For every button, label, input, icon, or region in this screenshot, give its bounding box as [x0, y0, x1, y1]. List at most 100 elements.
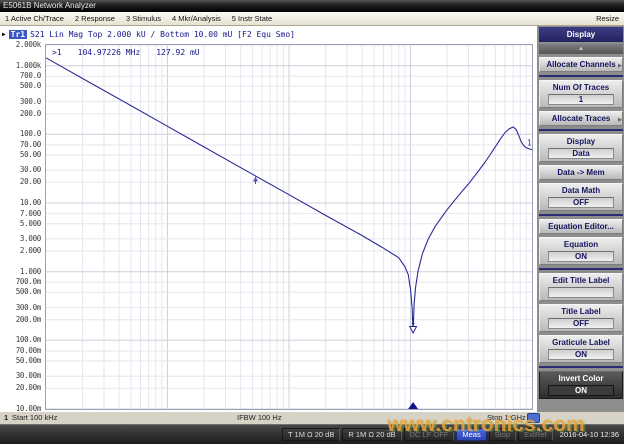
- y-tick-label: 5.000: [20, 219, 41, 228]
- y-tick-label: 20.00m: [16, 383, 41, 392]
- softkey-group: Num Of Traces 1 Allocate Traces▶: [539, 75, 623, 129]
- softkey-edit-title-label[interactable]: Edit Title Label: [539, 273, 623, 301]
- y-tick-label: 7.000: [20, 209, 41, 218]
- datetime-readout: 2016-04-10 12:36: [560, 430, 619, 439]
- softkey-label: Invert Color: [541, 374, 621, 383]
- y-tick-label: 500.0m: [16, 287, 41, 296]
- y-tick-label: 100.0m: [16, 335, 41, 344]
- graticule-and-trace: 11: [46, 45, 532, 409]
- y-tick-label: 1.000k: [16, 61, 41, 70]
- window-title-bar[interactable]: E5061B Network Analyzer: [0, 0, 624, 12]
- y-tick-label: 30.00m: [16, 371, 41, 380]
- y-tick-label: 20.00: [20, 177, 41, 186]
- trace-info-bar: ▶ Tr1 S21 Lin Mag Top 2.000 kU / Bottom …: [2, 28, 295, 40]
- menu-bar: 1 Active Ch/Trace 2 Response 3 Stimulus 4 M…: [0, 12, 624, 26]
- marker-number: >1: [52, 48, 62, 57]
- instrument-status-bar: T 1M Ω 20 dBR 1M Ω 20 dBDC LF OFFMeasSto…: [0, 424, 624, 444]
- softkey-panel: Display ▲ Allocate Channels▶Num Of Trace…: [537, 26, 624, 422]
- softkey-submenu-arrow-icon: ▶: [618, 116, 622, 125]
- softkey-group: Edit Title Label Title Label OFF Graticule…: [539, 268, 623, 366]
- softkey-equation[interactable]: EquationON: [539, 237, 623, 265]
- y-axis-labels: 2.000k1.000k700.0500.0300.0200.0100.070.…: [0, 44, 43, 410]
- softkey-data-mem[interactable]: Data -> Mem: [539, 165, 623, 180]
- softkey-label: Display: [541, 137, 621, 146]
- softkey-invert-color[interactable]: Invert Color ON: [539, 371, 623, 399]
- stimulus-marker-icon[interactable]: [408, 402, 418, 409]
- status-field-stop: Stop: [489, 428, 516, 441]
- y-tick-label: 200.0: [20, 109, 41, 118]
- softkey-equation-editor[interactable]: Equation Editor...: [539, 219, 623, 234]
- softkey-label: Allocate Traces: [541, 114, 621, 123]
- softkey-value: OFF: [548, 318, 614, 329]
- softkey-value: ON: [548, 349, 614, 360]
- softkey-label: Num Of Traces: [541, 83, 621, 92]
- menu-item-1-active-ch-trace[interactable]: 1 Active Ch/Trace: [5, 14, 64, 23]
- y-tick-label: 100.0: [20, 129, 41, 138]
- softkey-value: Data: [548, 148, 614, 159]
- softkey-value: OFF: [548, 197, 614, 208]
- softkey-display[interactable]: Display Data: [539, 134, 623, 162]
- marker-frequency: 104.97226 MHz: [78, 48, 141, 57]
- softkey-value: ON: [548, 385, 614, 396]
- y-tick-label: 50.00: [20, 150, 41, 159]
- y-tick-label: 10.00: [20, 198, 41, 207]
- softkey-value: [548, 287, 614, 298]
- softkey-label: Equation: [541, 240, 621, 249]
- y-tick-label: 50.00m: [16, 356, 41, 365]
- softkey-label: Equation Editor...: [541, 222, 621, 231]
- status-field-r-1m-20-db: R 1M Ω 20 dB: [342, 428, 401, 441]
- svg-text:1: 1: [411, 317, 416, 326]
- trace-settings-text: S21 Lin Mag Top 2.000 kU / Bottom 10.00 …: [30, 30, 295, 39]
- softkey-data-math[interactable]: Data MathOFF: [539, 183, 623, 211]
- trace-id-badge[interactable]: Tr1: [9, 30, 27, 39]
- menu-item-2-response[interactable]: 2 Response: [75, 14, 115, 23]
- y-tick-label: 70.00m: [16, 346, 41, 355]
- window-title: E5061B Network Analyzer: [3, 1, 96, 10]
- menu-item-5-instr-state[interactable]: 5 Instr State: [232, 14, 272, 23]
- status-indicator-icon: [527, 413, 540, 423]
- softkey-group: Invert Color ON: [539, 366, 623, 402]
- channel-number: 1: [4, 413, 8, 422]
- menu-item-4-mkr-analysis[interactable]: 4 Mkr/Analysis: [172, 14, 221, 23]
- plot-area: 11 >1 104.97226 MHz 127.92 mU: [45, 44, 533, 410]
- status-field-t-1m-20-db: T 1M Ω 20 dB: [282, 428, 340, 441]
- softkey-value: 1: [548, 94, 614, 105]
- plot-region: ▶ Tr1 S21 Lin Mag Top 2.000 kU / Bottom …: [0, 26, 537, 412]
- start-frequency: Start 100 kHz: [12, 413, 57, 422]
- y-tick-label: 700.0m: [16, 277, 41, 286]
- y-tick-label: 700.0: [20, 71, 41, 80]
- softkey-groups: Allocate Channels▶Num Of Traces1Allocate…: [539, 54, 623, 402]
- stop-frequency: Stop 1 GHz: [487, 413, 526, 422]
- status-field-meas: Meas: [456, 428, 486, 441]
- menu-item-resize[interactable]: Resize: [596, 14, 619, 23]
- status-field-dc-lf-off: DC LF OFF: [404, 428, 455, 441]
- softkey-title-label[interactable]: Title Label OFF: [539, 304, 623, 332]
- softkey-num-of-traces[interactable]: Num Of Traces 1: [539, 80, 623, 108]
- menu-item-3-stimulus[interactable]: 3 Stimulus: [126, 14, 161, 23]
- marker-readout: >1 104.97226 MHz 127.92 mU: [52, 48, 200, 57]
- softkey-scroll-up-button[interactable]: ▲: [539, 44, 623, 54]
- y-tick-label: 30.00: [20, 165, 41, 174]
- ifbw-readout: IFBW 100 Hz: [237, 413, 282, 422]
- y-tick-label: 1.000: [20, 267, 41, 276]
- softkey-menu-title: Display: [539, 27, 623, 42]
- y-tick-label: 300.0: [20, 97, 41, 106]
- trace-tick-marker: [253, 177, 258, 184]
- softkey-submenu-arrow-icon: ▶: [618, 62, 622, 71]
- softkey-label: Data -> Mem: [541, 168, 621, 177]
- y-tick-label: 2.000: [20, 246, 41, 255]
- softkey-label: Title Label: [541, 307, 621, 316]
- y-tick-label: 300.0m: [16, 303, 41, 312]
- softkey-allocate-channels[interactable]: Allocate Channels▶: [539, 57, 623, 72]
- marker-value: 127.92 mU: [156, 48, 199, 57]
- softkey-label: Allocate Channels: [541, 60, 621, 69]
- softkey-allocate-traces[interactable]: Allocate Traces▶: [539, 111, 623, 126]
- softkey-graticule-label[interactable]: Graticule Label ON: [539, 335, 623, 363]
- y-tick-label: 200.0m: [16, 315, 41, 324]
- y-tick-label: 70.00: [20, 140, 41, 149]
- trace-number-label: 1: [527, 139, 532, 148]
- softkey-group: Equation Editor... EquationON: [539, 214, 623, 268]
- softkey-label: Graticule Label: [541, 338, 621, 347]
- status-field-extref: ExtRef: [518, 428, 553, 441]
- y-tick-label: 3.000: [20, 234, 41, 243]
